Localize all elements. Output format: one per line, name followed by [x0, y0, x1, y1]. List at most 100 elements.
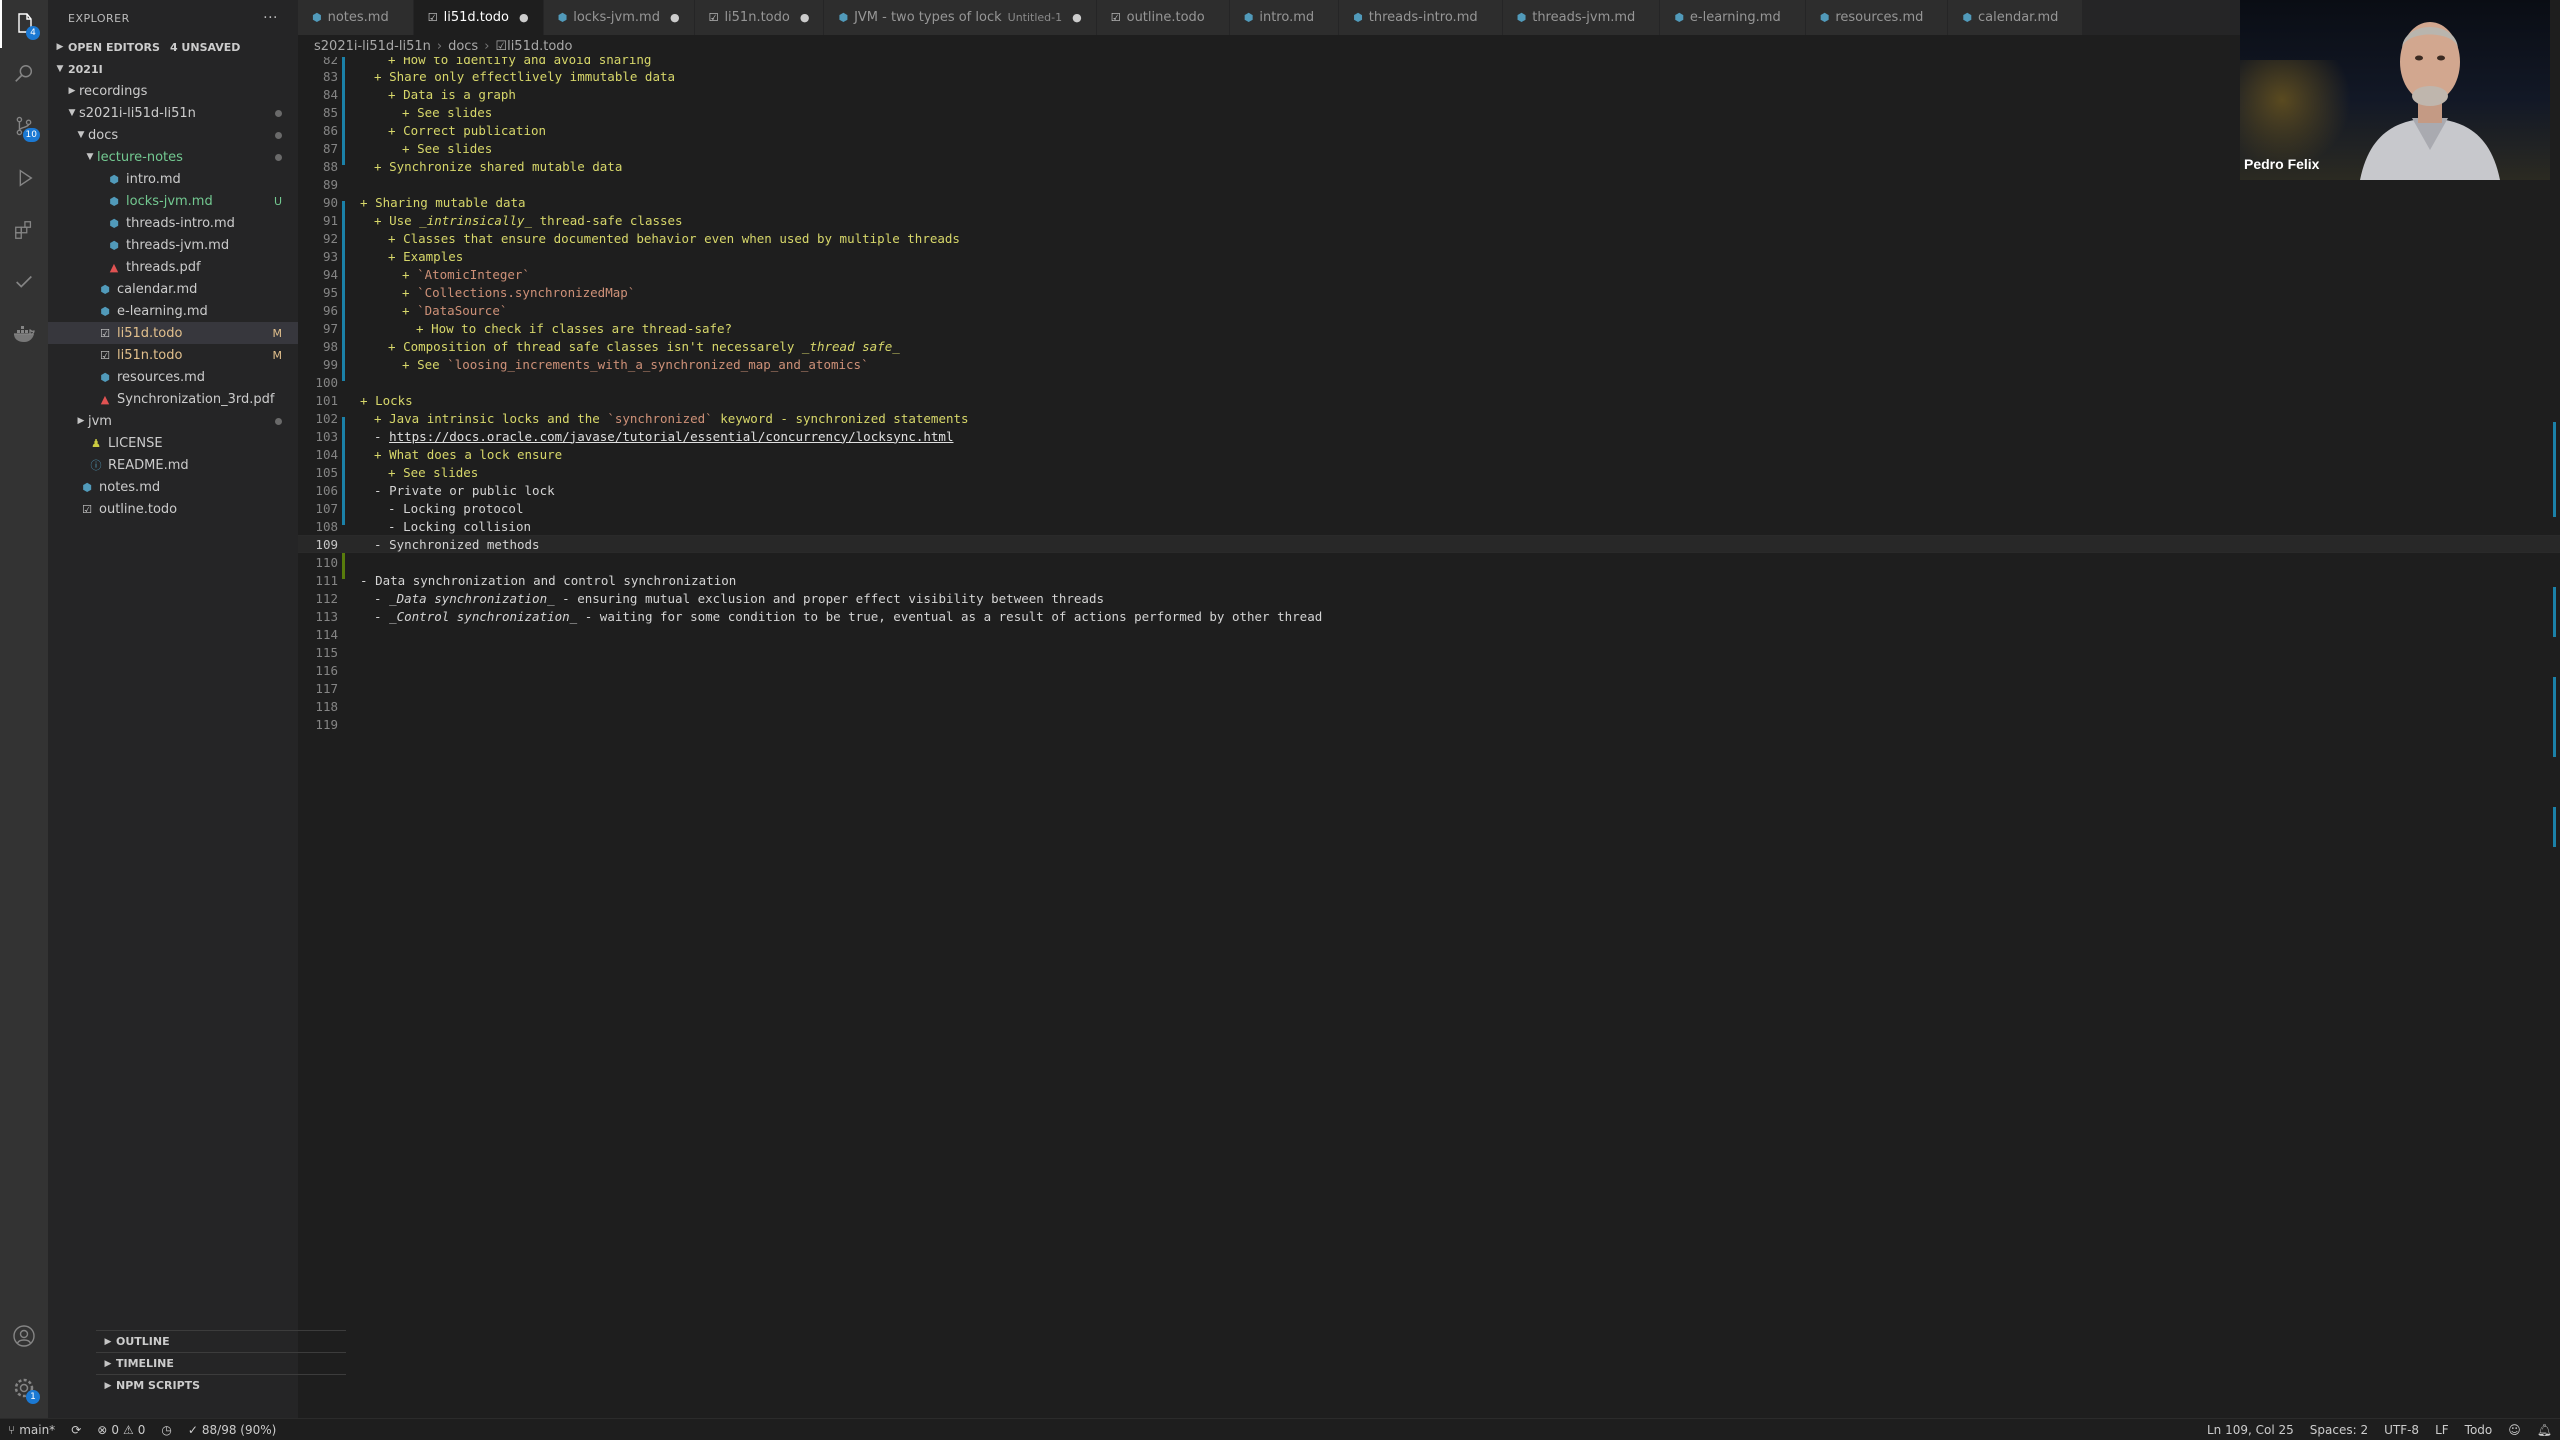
editor-tab[interactable]: ☑ outline.todo [1096, 0, 1230, 35]
editor-tab[interactable]: ☑ li51n.todo ● [694, 0, 825, 35]
tree-item[interactable]: ⬢ notes.md [48, 476, 298, 498]
editor-overview-ruler[interactable] [2546, 57, 2560, 1418]
tree-item[interactable]: ▼ lecture-notes [48, 146, 298, 168]
editor-line[interactable]: 110 [298, 553, 2560, 571]
editor-line[interactable]: 84 + Data is a graph [298, 85, 2560, 103]
more-actions-icon[interactable]: ··· [263, 10, 278, 26]
breadcrumb-item[interactable]: docs [448, 39, 478, 54]
tree-item[interactable]: ⬢ resources.md [48, 366, 298, 388]
tree-item[interactable]: ⬢ threads-intro.md [48, 212, 298, 234]
tree-item[interactable]: ▶ recordings [48, 80, 298, 102]
indentation[interactable]: Spaces: 2 [2302, 1423, 2376, 1437]
tree-item[interactable]: ▼ s2021i-li51d-li51n [48, 102, 298, 124]
editor-line[interactable]: 83 + Share only effectlively immutable da… [298, 67, 2560, 85]
editor-tab[interactable]: ⬢ intro.md [1229, 0, 1340, 35]
explorer-activity-icon[interactable]: 4 [0, 0, 48, 48]
editor-line[interactable]: 118 [298, 697, 2560, 715]
cursor-position[interactable]: Ln 109, Col 25 [2199, 1423, 2302, 1437]
editor-line[interactable]: 97 + How to check if classes are thread-s… [298, 319, 2560, 337]
editor-line[interactable]: 113 - _Control synchronization_ - waiting… [298, 607, 2560, 625]
history-button[interactable]: ◷ [153, 1423, 179, 1437]
editor-line[interactable]: 117 [298, 679, 2560, 697]
tree-item[interactable]: ⬢ intro.md [48, 168, 298, 190]
editor-line[interactable]: 82 + How to identify and avoid sharing [298, 57, 2560, 67]
todo-check-activity-icon[interactable] [0, 258, 48, 306]
open-editors-header[interactable]: ▶ OPEN EDITORS 4 UNSAVED [48, 36, 298, 58]
unsaved-dot-icon[interactable]: ● [1072, 11, 1082, 24]
editor-line[interactable]: 96 + `DataSource` [298, 301, 2560, 319]
editor-line[interactable]: 114 [298, 625, 2560, 643]
editor-line[interactable]: 92 + Classes that ensure documented behav… [298, 229, 2560, 247]
editor-line[interactable]: 91 + Use _intrinsically_ thread-safe clas… [298, 211, 2560, 229]
editor-tab[interactable]: ⬢ e-learning.md [1660, 0, 1806, 35]
language-mode[interactable]: Todo [2457, 1423, 2501, 1437]
tree-item[interactable]: ⬢ e-learning.md [48, 300, 298, 322]
run-debug-activity-icon[interactable] [0, 154, 48, 202]
docker-activity-icon[interactable] [0, 310, 48, 358]
editor-line[interactable]: 119 [298, 715, 2560, 733]
tree-item[interactable]: ☑ li51d.todo M [48, 322, 298, 344]
feedback-button[interactable]: ☺ [2500, 1423, 2529, 1437]
tree-item[interactable]: ⬢ calendar.md [48, 278, 298, 300]
problems-indicator[interactable]: ⊗ 0 ⚠ 0 [89, 1423, 153, 1437]
tree-item[interactable]: ▶ jvm [48, 410, 298, 432]
editor-line[interactable]: 98 + Composition of thread safe classes i… [298, 337, 2560, 355]
editor-line[interactable]: 86 + Correct publication [298, 121, 2560, 139]
extensions-activity-icon[interactable] [0, 206, 48, 254]
tree-item[interactable]: ☑ li51n.todo M [48, 344, 298, 366]
code-editor[interactable]: 82 + How to identify and avoid sharing 83 +… [298, 57, 2560, 1418]
editor-line[interactable]: 101 + Locks [298, 391, 2560, 409]
unsaved-dot-icon[interactable]: ● [670, 11, 680, 24]
accounts-activity-icon[interactable] [0, 1312, 48, 1360]
editor-line[interactable]: 115 [298, 643, 2560, 661]
breadcrumb-item[interactable]: li51d.todo [507, 39, 572, 54]
search-activity-icon[interactable] [0, 50, 48, 98]
source-control-activity-icon[interactable]: 10 [0, 102, 48, 150]
breadcrumb-item[interactable]: s2021i-li51d-li51n [314, 39, 431, 54]
editor-tab[interactable]: ⬢ threads-jvm.md [1502, 0, 1661, 35]
unsaved-dot-icon[interactable]: ● [519, 11, 529, 24]
editor-line[interactable]: 108 - Locking collision [298, 517, 2560, 535]
editor-tab[interactable]: ☑ li51d.todo ● [413, 0, 544, 35]
editor-line[interactable]: 100 [298, 373, 2560, 391]
tree-item[interactable]: ▲ threads.pdf [48, 256, 298, 278]
editor-line[interactable]: 105 + See slides [298, 463, 2560, 481]
editor-tab[interactable]: ⬢ threads-intro.md [1339, 0, 1503, 35]
editor-line[interactable]: 99 + See `loosing_increments_with_a_synch… [298, 355, 2560, 373]
workspace-header[interactable]: ▼ 2021I [48, 58, 298, 80]
tree-item[interactable]: ⓘ README.md [48, 454, 298, 476]
editor-line[interactable]: 85 + See slides [298, 103, 2560, 121]
encoding[interactable]: UTF-8 [2376, 1423, 2427, 1437]
editor-line[interactable]: 109 - Synchronized methods [298, 535, 2560, 553]
editor-line[interactable]: 102 + Java intrinsic locks and the `synch… [298, 409, 2560, 427]
branch-indicator[interactable]: ⑂ main* [0, 1423, 63, 1437]
editor-line[interactable]: 112 - _Data synchronization_ - ensuring m… [298, 589, 2560, 607]
end-of-line[interactable]: LF [2427, 1423, 2457, 1437]
editor-tab[interactable]: ⬢ JVM - two types of lock Untitled-1 ● [824, 0, 1097, 35]
notifications-button[interactable]: 🔔︎ [2529, 1423, 2560, 1437]
editor-line[interactable]: 90 + Sharing mutable data [298, 193, 2560, 211]
editor-line[interactable]: 89 [298, 175, 2560, 193]
tree-item[interactable]: ♟ LICENSE [48, 432, 298, 454]
editor-tab[interactable]: ⬢ calendar.md [1948, 0, 2084, 35]
tree-item[interactable]: ⬢ threads-jvm.md [48, 234, 298, 256]
link-text[interactable]: https://docs.oracle.com/javase/tutorial/… [389, 429, 953, 444]
editor-line[interactable]: 106 - Private or public lock [298, 481, 2560, 499]
todo-progress[interactable]: ✓ 88/98 (90%) [180, 1423, 285, 1437]
editor-line[interactable]: 87 + See slides [298, 139, 2560, 157]
editor-line[interactable]: 93 + Examples [298, 247, 2560, 265]
editor-line[interactable]: 104 + What does a lock ensure [298, 445, 2560, 463]
editor-line[interactable]: 116 [298, 661, 2560, 679]
editor-line[interactable]: 95 + `Collections.synchronizedMap` [298, 283, 2560, 301]
tree-item[interactable]: ▲ Synchronization_3rd.pdf [48, 388, 298, 410]
tree-item[interactable]: ⬢ locks-jvm.md U [48, 190, 298, 212]
editor-tab[interactable]: ⬢ notes.md [298, 0, 414, 35]
editor-line[interactable]: 107 - Locking protocol [298, 499, 2560, 517]
editor-line[interactable]: 88 + Synchronize shared mutable data [298, 157, 2560, 175]
sync-button[interactable]: ⟳ [63, 1423, 89, 1437]
tree-item[interactable]: ☑ outline.todo [48, 498, 298, 520]
editor-line[interactable]: 111 - Data synchronization and control sy… [298, 571, 2560, 589]
editor-line[interactable]: 103 - https://docs.oracle.com/javase/tuto… [298, 427, 2560, 445]
tree-item[interactable]: ▼ docs [48, 124, 298, 146]
editor-tab[interactable]: ⬢ locks-jvm.md ● [543, 0, 695, 35]
